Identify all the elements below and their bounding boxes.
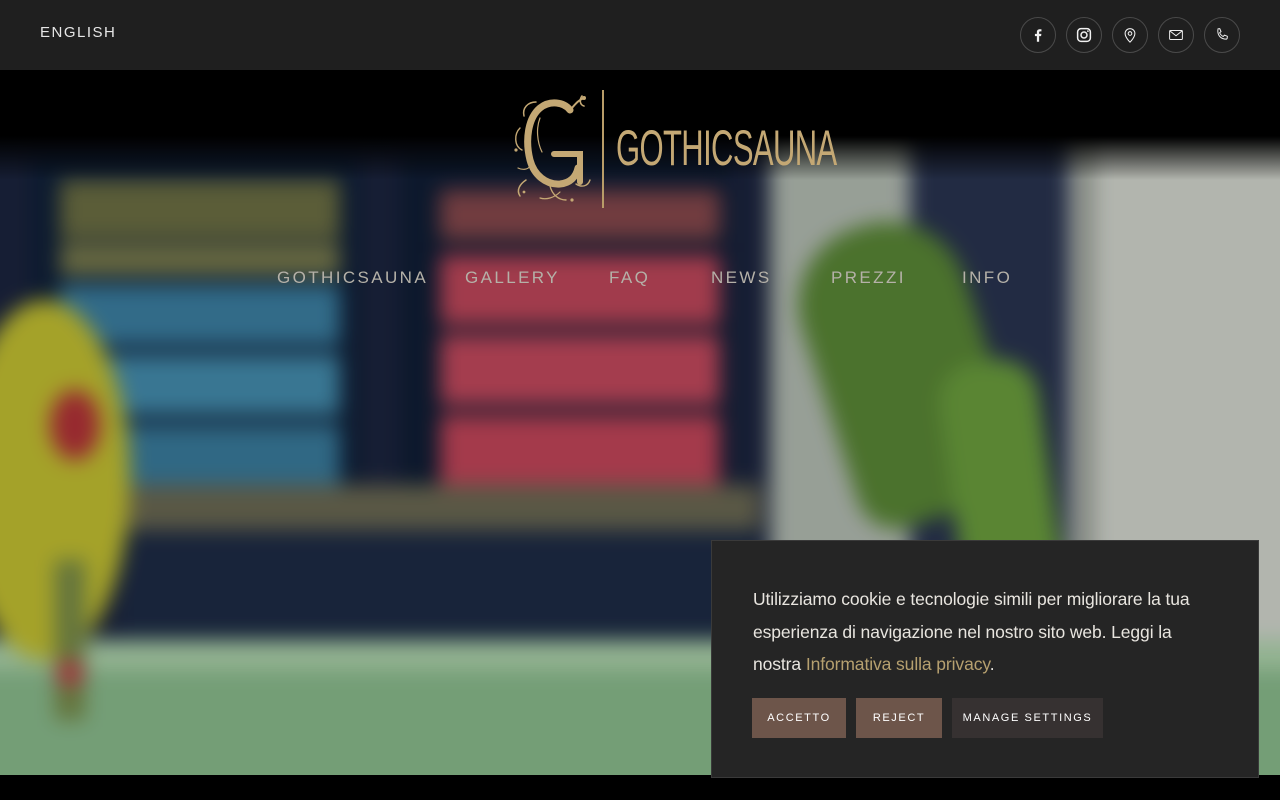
social-links (1020, 17, 1240, 53)
nav-item-info[interactable]: INFO (962, 268, 1012, 288)
nav-item-gallery[interactable]: GALLERY (465, 268, 560, 288)
cookie-message: Utilizziamo cookie e tecnologie simili p… (753, 583, 1218, 681)
facebook-button[interactable] (1020, 17, 1056, 53)
map-pin-icon (1124, 28, 1136, 43)
cookie-text-end: . (989, 654, 995, 674)
instagram-icon (1076, 27, 1092, 43)
logo-wordmark: GOTHICSAUNA (616, 120, 837, 176)
instagram-button[interactable] (1066, 17, 1102, 53)
mail-icon (1169, 30, 1183, 40)
language-switch[interactable]: ENGLISH (40, 24, 116, 41)
email-button[interactable] (1158, 17, 1194, 53)
cookie-banner: Utilizziamo cookie e tecnologie simili p… (711, 540, 1259, 778)
facebook-icon (1034, 29, 1042, 42)
gothic-g-monogram-icon (514, 95, 591, 202)
privacy-policy-link[interactable]: Informativa sulla privacy (806, 654, 990, 674)
site-logo[interactable]: GOTHICSAUNA (510, 88, 837, 210)
phone-button[interactable] (1204, 17, 1240, 53)
top-bar: ENGLISH (0, 0, 1280, 70)
location-button[interactable] (1112, 17, 1148, 53)
nav-item-news[interactable]: NEWS (711, 268, 772, 288)
nav-item-faq[interactable]: FAQ (609, 268, 650, 288)
bottom-strip (0, 775, 1280, 800)
logo-divider (602, 90, 604, 208)
manage-settings-button[interactable]: MANAGE SETTINGS (952, 698, 1103, 738)
accept-cookies-button[interactable]: ACCETTO (752, 698, 846, 738)
cookie-buttons: ACCETTO REJECT MANAGE SETTINGS (752, 698, 1103, 738)
reject-cookies-button[interactable]: REJECT (856, 698, 942, 738)
nav-item-prezzi[interactable]: PREZZI (831, 268, 906, 288)
nav-item-gothicsauna[interactable]: GOTHICSAUNA (277, 268, 428, 288)
phone-icon (1217, 28, 1228, 40)
